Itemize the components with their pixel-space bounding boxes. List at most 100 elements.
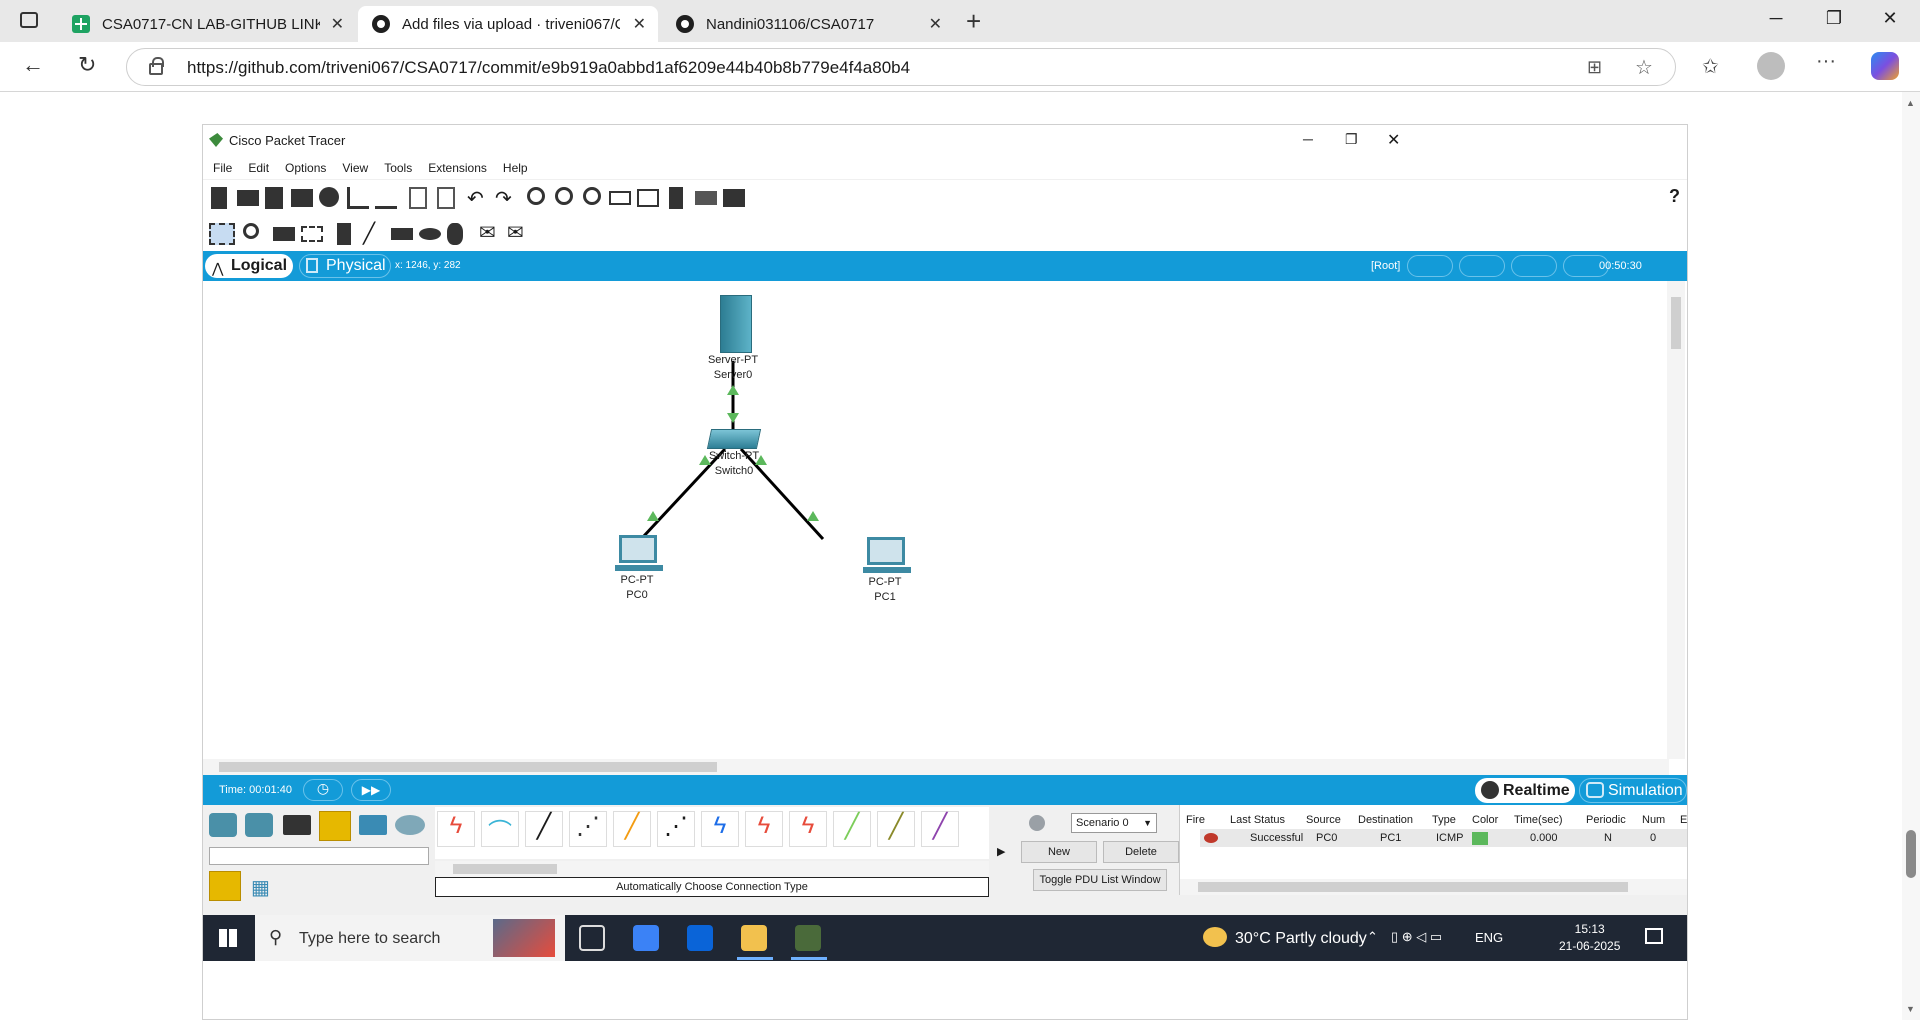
menu-help[interactable]: Help (503, 157, 528, 179)
tab-csa0717-lab[interactable]: CSA0717-CN LAB-GITHUB LINK - ✕ (58, 6, 356, 42)
end-devices-icon[interactable] (245, 813, 273, 837)
network-wizard-icon[interactable] (347, 187, 369, 209)
zoom-out-icon[interactable] (583, 187, 601, 205)
connection-scroll-thumb[interactable] (453, 864, 557, 874)
tab-nandini-csa0717[interactable]: Nandini031106/CSA0717 ✕ (662, 6, 954, 42)
profile-avatar[interactable] (1757, 52, 1785, 80)
serial-dte-icon[interactable]: ϟ (789, 811, 827, 847)
new-scenario-button[interactable]: New (1021, 841, 1097, 863)
device-search-field[interactable] (209, 847, 429, 865)
workspace-vertical-scrollbar[interactable] (1667, 281, 1685, 759)
octal-icon[interactable]: ╱ (833, 811, 871, 847)
windows-start-icon[interactable] (219, 929, 237, 947)
realtime-mode-tab[interactable]: Realtime (1475, 778, 1575, 803)
favorite-star-icon[interactable]: ☆ (1635, 55, 1653, 80)
minimize-icon[interactable]: ─ (1756, 8, 1796, 29)
scroll-up-icon[interactable]: ▲ (1906, 98, 1915, 108)
workspace-vscroll-thumb[interactable] (1671, 297, 1681, 349)
usb-cable-icon[interactable]: ╱ (921, 811, 959, 847)
page-scrollbar[interactable]: ▲ ▼ (1902, 92, 1920, 1020)
file-explorer-icon[interactable] (741, 925, 767, 951)
zoom-reset-icon[interactable] (555, 187, 573, 205)
pdu-scrollbar[interactable] (1180, 879, 1687, 895)
tab-actions-icon[interactable] (20, 12, 38, 28)
pt-close-icon[interactable]: ✕ (1387, 130, 1400, 150)
fast-forward-icon[interactable]: ▶▶ (351, 779, 391, 801)
back-icon[interactable]: ← (22, 52, 44, 78)
undo-icon[interactable]: ↶ (467, 186, 484, 211)
fire-icon[interactable] (1204, 833, 1218, 843)
pt-minimize-icon[interactable]: ─ (1303, 131, 1313, 147)
draw-rectangle-icon[interactable] (391, 228, 413, 240)
server-device-icon[interactable] (720, 295, 752, 353)
info-icon[interactable] (319, 187, 339, 207)
menu-options[interactable]: Options (285, 157, 326, 179)
workspace-hscroll-thumb[interactable] (219, 762, 717, 772)
pc1-device-icon[interactable] (867, 537, 905, 565)
cluster-view-pill[interactable] (1459, 255, 1505, 277)
draw-line-icon[interactable]: ╱ (363, 221, 375, 246)
notes-icon[interactable] (669, 187, 683, 209)
restore-icon[interactable]: ❐ (1814, 8, 1854, 29)
activity-wizard-icon[interactable] (375, 187, 397, 209)
tray-icons[interactable]: ▯ ⊕ ◁ ▭ (1391, 929, 1442, 945)
new-file-icon[interactable] (211, 187, 227, 209)
close-tab-icon[interactable]: ✕ (929, 14, 942, 34)
weather-icon[interactable] (1203, 927, 1227, 947)
viewport-pill[interactable] (1511, 255, 1557, 277)
pt-restore-icon[interactable]: ❐ (1345, 131, 1358, 148)
menu-extensions[interactable]: Extensions (428, 157, 487, 179)
close-tab-icon[interactable]: ✕ (633, 14, 646, 34)
coaxial-icon[interactable]: ϟ (701, 811, 739, 847)
taskbar-clock[interactable]: 15:13 21-06-2025 (1559, 921, 1620, 955)
inspect-icon[interactable] (243, 223, 259, 239)
delete-scenario-button[interactable]: Delete (1103, 841, 1179, 863)
logical-view-tab[interactable]: ⋀ Logical (205, 254, 293, 278)
components-icon[interactable] (283, 815, 311, 835)
image-icon[interactable] (723, 189, 745, 207)
pdu-scroll-thumb[interactable] (1198, 882, 1628, 892)
pdu-row[interactable]: Successful PC0 PC1 ICMP 0.000 N 0 (1200, 829, 1687, 847)
power-cycle-icon[interactable]: ◷ (303, 779, 343, 801)
physical-view-tab[interactable]: Physical (299, 254, 391, 278)
page-scroll-thumb[interactable] (1906, 830, 1916, 878)
weather-text[interactable]: 30°C Partly cloudy (1235, 930, 1367, 948)
paste-icon[interactable] (437, 187, 455, 209)
delete-tool-icon[interactable] (273, 227, 295, 241)
taskbar-search-box[interactable]: ⚲ Type here to search (255, 915, 565, 961)
print-icon[interactable] (291, 189, 313, 207)
select-tool-icon[interactable] (209, 223, 235, 245)
expand-arrow-icon[interactable]: ▶ (997, 845, 1005, 858)
scroll-down-icon[interactable]: ▼ (1906, 1004, 1915, 1014)
menu-view[interactable]: View (342, 157, 368, 179)
new-tab-button[interactable]: + (966, 6, 981, 37)
pc0-device-icon[interactable] (619, 535, 657, 563)
place-note-icon[interactable] (337, 223, 351, 245)
crossover-icon[interactable]: ⋰ (569, 811, 607, 847)
store-app-icon[interactable] (633, 925, 659, 951)
pt-help-button[interactable]: ? (1669, 186, 1680, 207)
url-field[interactable]: https://github.com/triveni067/CSA0717/co… (126, 48, 1676, 86)
close-tab-icon[interactable]: ✕ (331, 14, 344, 34)
iot-custom-cable-icon[interactable]: ╱ (877, 811, 915, 847)
phone-cable-icon[interactable]: ⋰ (657, 811, 695, 847)
scenario-select[interactable]: Scenario 0 ▼ (1071, 813, 1157, 833)
save-icon[interactable] (265, 187, 283, 209)
menu-tools[interactable]: Tools (384, 157, 412, 179)
input-language[interactable]: ENG (1475, 930, 1503, 945)
zoom-in-icon[interactable] (527, 187, 545, 205)
simple-pdu-icon[interactable]: ✉ (479, 220, 496, 245)
miscellaneous-icon[interactable] (359, 815, 387, 835)
logical-workspace[interactable]: Server-PT Server0 Switch-PT Switch0 PC-P… (203, 281, 1687, 775)
close-window-icon[interactable]: ✕ (1870, 8, 1910, 29)
notifications-icon[interactable] (1645, 928, 1663, 944)
auto-connection-type-icon[interactable]: ϟ (437, 811, 475, 847)
back-navigation-pill[interactable] (1407, 255, 1453, 277)
fiber-icon[interactable]: ╱ (613, 811, 651, 847)
refresh-icon[interactable]: ↻ (78, 52, 96, 78)
menu-file[interactable]: File (213, 157, 232, 179)
multiuser-icon[interactable] (395, 815, 425, 835)
connections-category-icon[interactable] (319, 811, 351, 841)
favorites-icon[interactable]: ✩ (1702, 54, 1719, 79)
network-devices-icon[interactable] (209, 813, 237, 837)
